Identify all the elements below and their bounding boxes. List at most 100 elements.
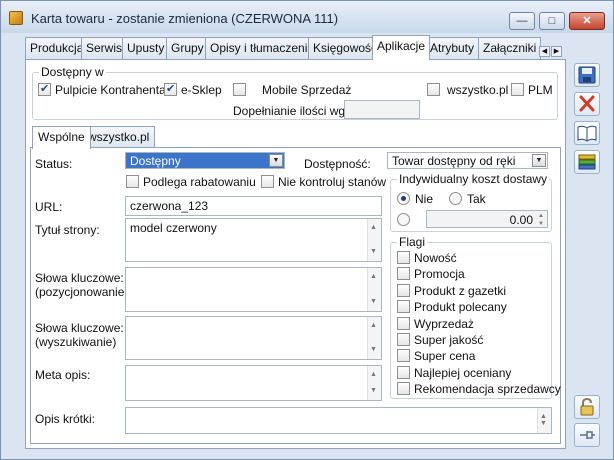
koszt-nie-radio[interactable]	[397, 192, 410, 205]
tab-right-arrow-icon[interactable]: ▶	[551, 46, 562, 57]
cross-icon	[579, 95, 595, 112]
close-button[interactable]: ✕	[569, 12, 605, 30]
flag-checkbox[interactable]	[397, 300, 410, 313]
dostepnosc-select[interactable]: Towar dostępny od ręki ▼	[387, 152, 548, 169]
flag-checkbox[interactable]	[397, 333, 410, 346]
tytul-value: model czerwony	[130, 221, 217, 235]
list-icon	[578, 154, 596, 170]
flag-label: Promocja	[414, 267, 465, 281]
flagi-title: Flagi	[397, 235, 428, 249]
meta-input[interactable]: ▲ ▼	[125, 365, 382, 401]
plm-label: PLM	[528, 83, 553, 97]
window-title: Karta towaru - zostanie zmieniona (CZERW…	[31, 11, 339, 26]
koszt-group: Indywidualny koszt dostawy Nie Tak 0.00 …	[390, 172, 552, 232]
tytul-input[interactable]: model czerwony ▲ ▼	[125, 218, 382, 262]
scrollbar[interactable]: ▲ ▼	[367, 366, 381, 400]
slowa-wyszukiwanie-input[interactable]: ▲ ▼	[125, 316, 382, 360]
status-select[interactable]: Dostępny ▼	[125, 152, 285, 169]
tab-upusty[interactable]: Upusty	[122, 37, 170, 59]
tab-produkcja[interactable]: Produkcja	[25, 37, 89, 59]
flag-label: Rekomendacja sprzedawcy	[414, 382, 561, 396]
esklep-label: e-Sklep	[181, 83, 222, 97]
url-input[interactable]: czerwona_123	[125, 196, 382, 216]
book-icon	[577, 125, 597, 142]
pin-icon	[580, 431, 595, 439]
scrollbar[interactable]: ▲ ▼	[537, 408, 551, 433]
podlega-checkbox[interactable]	[126, 175, 139, 188]
flag-checkbox[interactable]	[397, 317, 410, 330]
title-bar: Karta towaru - zostanie zmieniona (CZERW…	[1, 1, 613, 33]
scrollbar[interactable]: ▲ ▼	[367, 268, 381, 311]
koszt-tak-label: Tak	[467, 192, 486, 206]
scrollbar[interactable]: ▲ ▼	[367, 317, 381, 359]
mobile-label: Mobile Sprzedaż	[262, 83, 352, 97]
subtab-wspolne[interactable]: Wspólne	[32, 126, 91, 149]
tab-opisy[interactable]: Opisy i tłumaczenia	[205, 37, 320, 59]
flag-label: Najlepiej oceniany	[414, 366, 512, 380]
dopelnianie-label: Dopełnianie ilości wg:	[233, 104, 349, 118]
main-window: Karta towaru - zostanie zmieniona (CZERW…	[0, 0, 614, 460]
tab-scroll: ◀ ▶	[539, 42, 563, 57]
dostepnosc-value: Towar dostępny od ręki	[392, 154, 516, 168]
koszt-nie-label: Nie	[415, 192, 434, 206]
esklep-checkbox[interactable]	[164, 82, 177, 96]
koszt-value-input[interactable]: 0.00 ▲ ▼	[426, 210, 548, 228]
slowa-poz-label-2: (pozycjonowanie)	[35, 285, 129, 299]
flag-label: Produkt polecany	[414, 300, 507, 314]
flagi-group: Flagi Nowość Promocja Produkt z gazetki …	[390, 235, 561, 399]
flag-checkbox[interactable]	[397, 382, 410, 395]
wszystko-checkbox[interactable]	[427, 83, 440, 96]
tab-grupy[interactable]: Grupy	[166, 37, 209, 59]
wszystko-label: wszystko.pl	[447, 83, 509, 97]
flag-checkbox[interactable]	[397, 284, 410, 297]
dostepny-title: Dostępny w	[39, 65, 106, 79]
chevron-down-icon[interactable]: ▼	[269, 154, 283, 167]
status-label: Status:	[35, 157, 73, 171]
dopelnianie-select[interactable]	[344, 100, 420, 119]
tab-left-arrow-icon[interactable]: ◀	[539, 46, 550, 57]
pulpicie-checkbox[interactable]	[38, 82, 51, 96]
status-value: Dostępny	[130, 154, 181, 168]
plm-checkbox[interactable]	[511, 83, 524, 96]
floppy-disk-icon	[578, 66, 596, 84]
podlega-label: Podlega rabatowaniu	[143, 175, 256, 189]
opis-label: Opis krótki:	[35, 412, 96, 426]
slowa-wysz-label-1: Słowa kluczowe:	[35, 321, 124, 335]
tab-atrybuty[interactable]: Atrybuty	[425, 37, 480, 59]
tytul-label: Tytuł strony:	[35, 223, 100, 237]
tab-aplikacje[interactable]: Aplikacje	[372, 35, 431, 60]
book-button[interactable]	[574, 121, 600, 145]
flag-checkbox[interactable]	[397, 251, 410, 264]
pin-button[interactable]	[574, 423, 600, 447]
tab-serwis[interactable]: Serwis	[81, 37, 128, 59]
koszt-title: Indywidualny koszt dostawy	[397, 172, 550, 186]
cancel-button[interactable]	[574, 92, 600, 116]
save-button[interactable]	[574, 63, 600, 87]
flag-label: Super jakość	[414, 333, 484, 347]
slowa-pozycjonowanie-input[interactable]: ▲ ▼	[125, 267, 382, 312]
lock-button[interactable]	[574, 395, 600, 419]
stepper-icon[interactable]: ▲ ▼	[536, 212, 546, 227]
maximize-button[interactable]: □	[539, 12, 565, 30]
nie-kontroluj-checkbox[interactable]	[261, 175, 274, 188]
mobile-checkbox[interactable]	[233, 83, 246, 96]
lock-icon	[580, 397, 594, 416]
flag-checkbox[interactable]	[397, 366, 410, 379]
tab-zalaczniki[interactable]: Załączniki	[478, 37, 542, 59]
koszt-tak-radio[interactable]	[449, 192, 462, 205]
scrollbar[interactable]: ▲ ▼	[367, 219, 381, 261]
minimize-button[interactable]: —	[509, 12, 535, 30]
wspolne-panel: Status: Dostępny ▼ Dostępność: Towar dos…	[30, 147, 561, 444]
meta-label: Meta opis:	[35, 368, 91, 382]
chevron-down-icon[interactable]: ▼	[532, 154, 546, 167]
koszt-value-radio[interactable]	[397, 213, 410, 226]
flag-checkbox[interactable]	[397, 267, 410, 280]
flag-checkbox[interactable]	[397, 349, 410, 362]
subtab-wszystko[interactable]: wszystko.pl	[82, 126, 156, 148]
tab-ksiegowosc[interactable]: Księgowość	[308, 37, 383, 59]
opis-input[interactable]: ▲ ▼	[125, 407, 552, 434]
url-label: URL:	[35, 200, 63, 214]
slowa-wysz-label-2: (wyszukiwanie)	[35, 335, 117, 349]
flag-label: Produkt z gazetki	[414, 284, 507, 298]
list-button[interactable]	[574, 150, 600, 174]
